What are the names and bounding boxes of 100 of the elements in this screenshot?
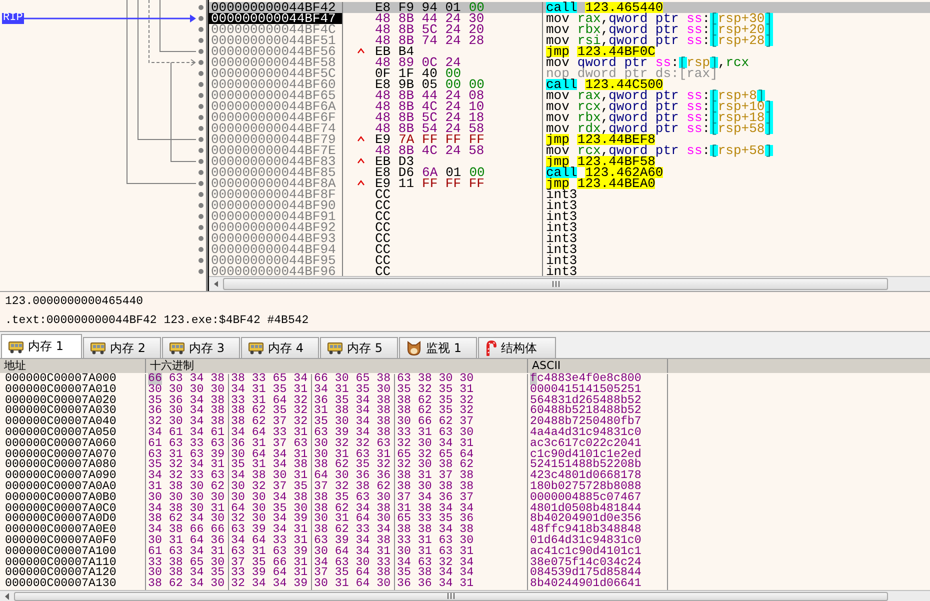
address-text: 000000000044BF85 [209, 167, 343, 178]
byte-text: 48 8B 4C 24 10 [375, 101, 484, 112]
instruction-text: jmp 123.44BEA0 [545, 178, 656, 189]
hex-cell-text: 34 63 32 34 [396, 558, 475, 568]
disassembly-row[interactable]: 000000000044BF5C 0F 1F 40 00 nop dword ptr ds:[rax] [209, 68, 930, 79]
disassembly-row[interactable]: 000000000044BF90 CC int3 [209, 200, 930, 211]
hex-cell-text: 38 30 38 38 [396, 482, 475, 493]
disassembly-row[interactable]: 000000000044BF60 E8 9B 05 00 00 call 123.44C500 [209, 79, 930, 90]
address-cell: 000000C00007A0D0 [0, 514, 146, 526]
disassembly-row[interactable]: 000000000044BF56 EB B4 jmp 123.44BF0C [209, 46, 930, 57]
disassembly-row[interactable]: 000000000044BF93 CC int3 [209, 233, 930, 244]
hex-cell: 37 35 66 31 [229, 558, 312, 568]
disassembly-row[interactable]: 000000000044BF95 CC int3 [209, 255, 930, 266]
byte-text: 00 [468, 2, 484, 13]
disassembly-row[interactable]: 000000000044BF92 CC int3 [209, 222, 930, 233]
hex-cell-text: 36 36 34 31 [396, 579, 475, 590]
instruction-text: call 123.44C500 [545, 79, 664, 90]
hex-cell: 64 30 35 30 [229, 504, 312, 514]
grip-icon[interactable] [446, 593, 456, 599]
disassembly-row[interactable]: 000000000044BF79 E9 7A FF FF FF jmp 123.44BEF8 [209, 134, 930, 145]
instruction-text: jmp 123.44BF0C [545, 46, 656, 57]
tab[interactable]: 内存 3 [162, 337, 240, 358]
horizontal-scrollbar[interactable] [0, 590, 930, 601]
byte-text: EB B4 [375, 46, 414, 57]
address-text: 000000000044BF58 [209, 57, 343, 68]
instruction-text: mov rdx,qword ptr ss:[rsp+58] [545, 123, 772, 134]
address-text: 000000000044BF95 [209, 255, 343, 266]
tab[interactable]: 内存 4 [241, 337, 319, 358]
instruction-text: int3 [545, 266, 578, 276]
hex-cell: 34 64 33 31 [229, 428, 312, 439]
address-cell: 000000C00007A120 [0, 568, 146, 580]
address-text: 000000000044BF60 [209, 79, 343, 90]
ascii-cell: 4a4a4d31c94831c0 [528, 428, 668, 439]
hex-cell: 38 62 34 30 [146, 514, 229, 526]
instruction-text: nop dword ptr ds:[rax] [545, 68, 718, 79]
byte-text: CC [375, 189, 391, 200]
address-cell: 000000C00007A060 [0, 438, 146, 450]
ascii-cell: 48ffc9418b348848 [528, 525, 668, 536]
address-cell: 000000C00007A0C0 [0, 504, 146, 514]
grip-icon[interactable] [550, 280, 560, 288]
hex-cell: 31 38 30 62 [146, 482, 229, 493]
hex-cell: 30 64 34 31 [312, 546, 395, 558]
tab[interactable]: 内存 1 [1, 334, 82, 358]
hex-cell: 37 32 38 62 [312, 482, 395, 493]
address-cell: 000000C00007A110 [0, 558, 146, 568]
byte-text: CC [375, 266, 391, 276]
instruction-text: call 123.462A60 [545, 167, 664, 178]
tab[interactable]: 内存 5 [320, 337, 398, 358]
byte-text: CC [375, 255, 391, 266]
hex-cell: 36 35 34 38 [312, 396, 395, 406]
byte-text: 48 8B 5C 24 18 [375, 112, 484, 123]
hex-cell: 64 30 36 36 [312, 471, 395, 482]
hex-cell-text: 35 32 35 31 [396, 384, 475, 396]
instruction-text: int3 [545, 189, 578, 200]
hex-cell: 30 30 34 38 [229, 492, 312, 504]
instruction-text: int3 [545, 244, 578, 255]
disassembly-row[interactable]: 000000000044BF8A E9 11 FF FF FF jmp 123.44BEA0 [209, 178, 930, 189]
byte-text: 00 00 [445, 79, 484, 90]
column-header[interactable]: 地址 [0, 359, 146, 373]
hex-cell: 30 64 34 31 [229, 450, 312, 460]
instruction-text: call 123.465440 [545, 2, 664, 13]
hex-cell-text: 35 38 34 34 [396, 568, 475, 580]
disassembly-row[interactable]: 000000000044BF8F CC int3 [209, 189, 930, 200]
address-text: 000000000044BF90 [209, 200, 343, 211]
horizontal-scrollbar[interactable] [209, 276, 930, 291]
hex-cell: 66 63 34 38 [146, 374, 229, 385]
byte-text: 48 89 0C 24 [375, 57, 461, 68]
tab[interactable]: 监视 1 [399, 337, 477, 358]
disassembly-row[interactable]: 000000000044BF83 EB D3 jmp 123.44BF58 [209, 156, 930, 167]
hex-cell: 30 38 34 35 [146, 568, 229, 580]
tab[interactable]: 内存 2 [83, 337, 161, 358]
disassembly-row[interactable]: 000000000044BF94 CC int3 [209, 244, 930, 255]
byte-text: 6A [422, 167, 438, 178]
instruction-text: mov rsi,qword ptr ss:[rsp+28] [545, 35, 772, 46]
byte-text: E9 [375, 134, 391, 145]
hex-cell: 30 32 32 63 [312, 438, 395, 450]
disassembly-row[interactable]: 000000000044BF42 E8 F9 94 01 00 call 123.465440 [209, 2, 930, 13]
bus-icon [248, 341, 264, 355]
ascii-cell: 180b0275728b8088 [528, 482, 668, 493]
hex-cell: 61 63 33 63 [146, 438, 229, 450]
hex-cell-text: 32 30 34 31 [396, 438, 475, 450]
hex-cell: 33 38 65 30 [146, 558, 229, 568]
info-text: 123.0000000000465440 [5, 296, 144, 308]
hex-cell: 34 38 30 31 [146, 504, 229, 514]
hex-cell: 63 39 34 38 [312, 428, 395, 439]
address-text: 000000000044BF8F [209, 189, 343, 200]
instruction-text: int3 [545, 233, 578, 244]
hex-cell-text: 38 62 35 32 [396, 396, 475, 406]
byte-text: CC [375, 244, 391, 255]
address-text: 000000000044BF65 [209, 90, 343, 101]
instruction-text: jmp 123.44BEF8 [545, 134, 656, 145]
hex-cell: 38 62 34 38 [312, 504, 395, 514]
byte-text: FF FF FF [422, 178, 484, 189]
rip-label: RIP [2, 13, 24, 24]
hex-cell-text: 32 30 38 62 [396, 460, 475, 472]
hex-cell: 35 31 34 38 [229, 460, 312, 472]
disassembly-row[interactable]: 000000000044BF91 CC int3 [209, 211, 930, 222]
disassembly-row[interactable]: 000000000044BF85 E8 D6 6A 01 00 call 123.462A60 [209, 167, 930, 178]
address-text: 000000000044BF74 [209, 123, 343, 134]
tab[interactable]: 结构体 [478, 337, 556, 358]
